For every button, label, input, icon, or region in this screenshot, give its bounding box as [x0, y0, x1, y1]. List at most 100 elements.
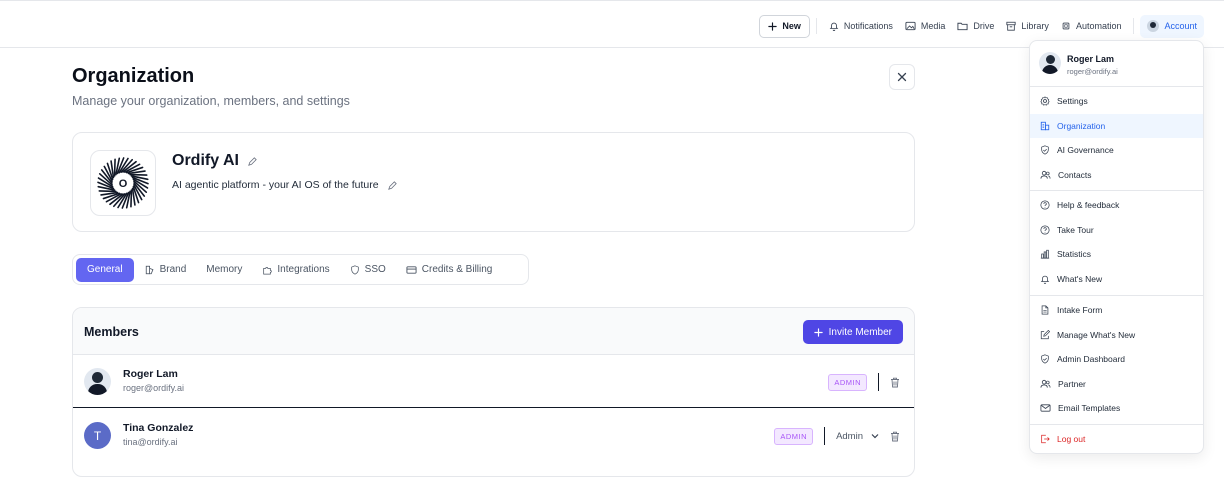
divider — [1030, 295, 1203, 296]
menu-item-admin-dashboard[interactable]: Admin Dashboard — [1030, 347, 1203, 371]
avatar — [84, 368, 111, 395]
avatar — [1039, 52, 1061, 74]
menu-item-label: Admin Dashboard — [1057, 354, 1126, 364]
member-email: tina@ordify.ai — [123, 437, 178, 447]
member-actions: ADMIN Admin — [774, 427, 900, 445]
account-menu: Roger Lam roger@ordify.ai Settings Organ… — [1029, 40, 1204, 454]
account-user-email: roger@ordify.ai — [1067, 67, 1118, 76]
member-actions: ADMIN — [828, 373, 900, 391]
divider — [1030, 424, 1203, 425]
organization-tagline-row: AI agentic platform - your AI OS of the … — [172, 179, 398, 191]
new-button[interactable]: New — [759, 14, 810, 38]
avatar — [1147, 20, 1160, 32]
nav-automation-label: Automation — [1075, 21, 1122, 31]
chevron-down-icon — [871, 433, 879, 439]
menu-item-whats-new[interactable]: What's New — [1030, 267, 1203, 291]
nav-library[interactable]: Library — [1000, 15, 1055, 38]
members-title: Members — [84, 325, 139, 339]
new-button-label: New — [782, 21, 801, 31]
tab-sso-label: SSO — [364, 264, 386, 275]
organization-name-row: Ordify AI — [172, 152, 258, 170]
menu-item-label: Partner — [1058, 379, 1086, 389]
trash-icon[interactable] — [890, 431, 900, 442]
menu-item-label: Settings — [1057, 96, 1088, 106]
tab-brand[interactable]: Brand — [136, 258, 196, 282]
gear-icon — [1040, 96, 1050, 106]
role-badge: ADMIN — [828, 373, 867, 391]
menu-item-contacts[interactable]: Contacts — [1030, 163, 1203, 187]
nav-media[interactable]: Media — [899, 15, 952, 38]
folder-icon — [957, 21, 968, 31]
member-email: roger@ordify.ai — [123, 383, 184, 393]
account-button-label: Account — [1164, 21, 1197, 31]
users-icon — [1040, 379, 1051, 389]
menu-item-partner[interactable]: Partner — [1030, 372, 1203, 396]
tab-integrations-label: Integrations — [277, 264, 330, 275]
top-actions: New Notifications Media Drive Library Au… — [759, 14, 1204, 38]
nav-notifications[interactable]: Notifications — [823, 15, 899, 38]
organization-logo[interactable]: O — [90, 150, 156, 216]
role-badge: ADMIN — [774, 427, 814, 445]
plus-icon — [813, 327, 823, 337]
shield-icon — [350, 264, 360, 275]
menu-item-label: Intake Form — [1057, 305, 1103, 315]
tab-memory-label: Memory — [206, 264, 243, 275]
table-row: T Tina Gonzalez tina@ordify.ai ADMIN Adm… — [73, 409, 914, 462]
menu-item-log-out[interactable]: Log out — [1030, 427, 1203, 451]
puzzle-icon — [262, 265, 273, 275]
nav-automation[interactable]: Automation — [1055, 15, 1128, 38]
menu-item-label: Organization — [1057, 121, 1106, 131]
pencil-icon[interactable] — [247, 156, 258, 167]
credit-card-icon — [406, 265, 417, 275]
file-icon — [1040, 305, 1050, 315]
table-row: Roger Lam roger@ordify.ai ADMIN — [73, 355, 914, 408]
menu-item-label: What's New — [1057, 274, 1103, 284]
menu-item-email-templates[interactable]: Email Templates — [1030, 396, 1203, 420]
nav-drive-label: Drive — [973, 21, 995, 31]
archive-icon — [1006, 21, 1017, 31]
invite-member-button[interactable]: Invite Member — [802, 320, 903, 344]
members-panel: Members Invite Member Roger Lam roger@or… — [72, 307, 915, 477]
nav-media-label: Media — [920, 21, 946, 31]
menu-item-help-feedback[interactable]: Help & feedback — [1030, 193, 1203, 217]
plus-icon — [768, 21, 778, 31]
menu-item-ai-governance[interactable]: AI Governance — [1030, 138, 1203, 162]
role-select[interactable]: Admin — [836, 431, 879, 442]
tab-sso[interactable]: SSO — [341, 258, 395, 282]
brand-icon — [145, 265, 155, 275]
account-user-name: Roger Lam — [1067, 54, 1115, 64]
menu-item-take-tour[interactable]: Take Tour — [1030, 218, 1203, 242]
menu-item-manage-whats-new[interactable]: Manage What's New — [1030, 323, 1203, 347]
tab-integrations[interactable]: Integrations — [253, 258, 338, 282]
close-button[interactable] — [889, 64, 915, 90]
member-name: Roger Lam — [123, 368, 178, 380]
menu-item-intake-form[interactable]: Intake Form — [1030, 298, 1203, 322]
avatar: T — [84, 422, 111, 449]
menu-item-statistics[interactable]: Statistics — [1030, 242, 1203, 266]
settings-tabs: General Brand Memory Integrations SSO Cr… — [72, 254, 529, 285]
tab-general[interactable]: General — [76, 257, 134, 282]
trash-icon[interactable] — [890, 377, 900, 388]
nav-drive[interactable]: Drive — [951, 15, 1000, 38]
member-name: Tina Gonzalez — [123, 422, 194, 434]
account-button[interactable]: Account — [1140, 14, 1204, 38]
tab-memory[interactable]: Memory — [197, 258, 251, 282]
users-icon — [1040, 170, 1051, 180]
menu-item-label: Statistics — [1057, 249, 1092, 259]
logo-letter: O — [119, 178, 128, 190]
menu-item-label: AI Governance — [1057, 145, 1114, 155]
divider — [815, 18, 817, 34]
divider — [824, 427, 826, 445]
divider — [878, 373, 879, 391]
menu-item-organization[interactable]: Organization — [1030, 114, 1203, 138]
menu-item-label: Email Templates — [1058, 403, 1121, 413]
tab-general-label: General — [87, 264, 123, 275]
pencil-icon[interactable] — [387, 180, 398, 191]
members-header: Members Invite Member — [73, 308, 914, 355]
shield-check-icon — [1040, 145, 1050, 155]
menu-item-label: Take Tour — [1057, 225, 1094, 235]
nav-library-label: Library — [1021, 21, 1049, 31]
menu-item-settings[interactable]: Settings — [1030, 89, 1203, 113]
edit-icon — [1040, 330, 1050, 340]
tab-credits-billing[interactable]: Credits & Billing — [397, 258, 502, 282]
